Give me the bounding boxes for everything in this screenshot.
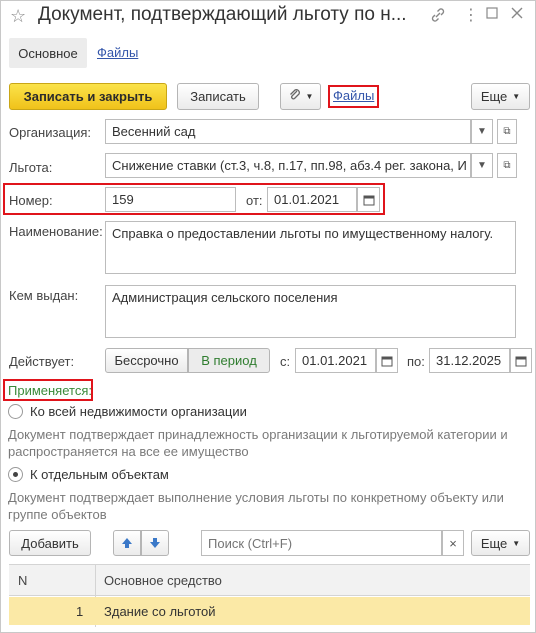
clear-icon: × [449,535,457,551]
radio-all-property-label[interactable]: Ко всей недвижимости организации [30,404,247,419]
dropdown-arrow-icon: ▼ [305,92,314,101]
period-to-field[interactable]: 31.12.2025 [429,348,510,373]
dropdown-arrow-icon: ▼ [512,538,521,548]
files-link-highlight [328,85,379,108]
number-label: Номер: [9,193,53,208]
add-button[interactable]: Добавить [9,530,91,556]
maximize-icon[interactable] [485,6,499,23]
open-icon: ⧉ [503,160,511,171]
radio-separate-objects[interactable] [8,467,23,482]
separate-objects-description: Документ подтверждает выполнение условия… [8,490,504,522]
calendar-icon [381,356,393,366]
issued-by-textarea[interactable]: Администрация сельского поселения [105,285,516,338]
dropdown-arrow-icon: ▼ [512,92,521,101]
calendar-button[interactable] [357,187,380,212]
name-textarea[interactable]: Справка о предоставлении льготы по имуще… [105,221,516,274]
all-property-description: Документ подтверждает принадлежность орг… [8,427,508,459]
table-header [9,564,530,596]
period-to-calendar-button[interactable] [510,348,532,373]
table-more-button-label: Еще [480,535,508,551]
save-and-close-button[interactable]: Записать и закрыть [9,83,167,110]
period-button[interactable]: В период [188,348,270,373]
move-down-button[interactable] [141,530,169,556]
organization-field[interactable]: Весенний сад [105,119,471,144]
attach-button[interactable]: ▼ [280,83,321,110]
period-from-field[interactable]: 01.01.2021 [295,348,376,373]
link-icon[interactable] [430,7,446,26]
table-cell-asset: Здание со льготой [104,604,216,619]
column-header-asset[interactable]: Основное средство [104,573,222,588]
search-input[interactable] [201,530,442,556]
more-button-label: Еще [480,89,508,104]
save-button[interactable]: Записать [177,83,259,110]
period-to-label: по: [407,354,425,369]
table-row[interactable] [9,597,530,625]
calendar-icon [363,195,374,205]
tab-files[interactable]: Файлы [97,45,138,60]
name-label: Наименование: [9,224,103,239]
arrow-down-icon [150,538,160,548]
arrow-up-icon [122,538,132,548]
valid-label: Действует: [9,354,75,369]
dropdown-arrow-icon: ▼ [477,126,487,137]
search-clear-button[interactable]: × [442,530,464,556]
calendar-icon [515,356,527,366]
perpetual-button[interactable]: Бессрочно [105,348,188,373]
organization-label: Организация: [9,125,92,140]
document-date-field[interactable]: 01.01.2021 [267,187,357,212]
issued-by-label: Кем выдан: [9,288,79,303]
open-icon: ⧉ [503,126,511,137]
paperclip-icon [288,88,302,105]
number-field[interactable]: 159 [105,187,236,212]
benefit-label: Льгота: [9,160,53,175]
radio-all-property[interactable] [8,404,23,419]
tab-main[interactable]: Основное [9,38,87,68]
move-up-button[interactable] [113,530,141,556]
benefit-field[interactable]: Снижение ставки (ст.3, ч.8, п.17, пп.98,… [105,153,471,178]
benefit-dropdown-button[interactable]: ▼ [471,153,493,178]
close-icon[interactable] [510,6,524,23]
dropdown-arrow-icon: ▼ [477,160,487,171]
kebab-menu-icon[interactable]: ⋮ [463,5,479,25]
from-label: от: [246,193,263,208]
table-cell-n: 1 [76,604,84,619]
organization-open-button[interactable]: ⧉ [497,119,517,144]
period-from-label: с: [280,354,291,369]
window-title: Документ, подтверждающий льготу по н... [38,4,407,25]
more-button[interactable]: Еще ▼ [471,83,530,110]
radio-separate-objects-label[interactable]: К отдельным объектам [30,467,169,482]
column-header-n[interactable]: N [18,573,27,588]
period-from-calendar-button[interactable] [376,348,398,373]
benefit-open-button[interactable]: ⧉ [497,153,517,178]
applies-title: Применяется: [8,383,92,398]
star-icon[interactable]: ☆ [10,6,26,27]
organization-dropdown-button[interactable]: ▼ [471,119,493,144]
table-more-button[interactable]: Еще ▼ [471,530,530,556]
